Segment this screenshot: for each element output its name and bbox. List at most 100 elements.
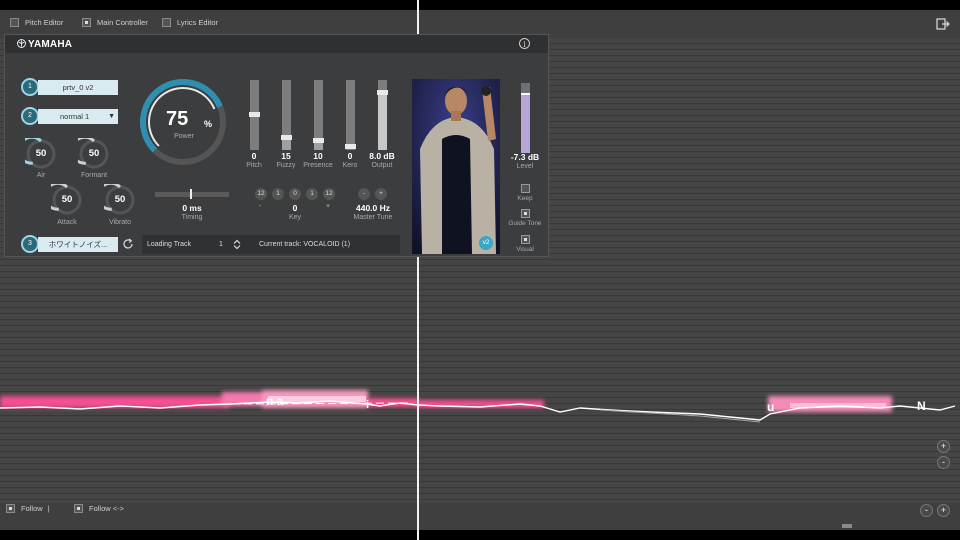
timing-slider-thumb[interactable] bbox=[190, 189, 192, 199]
toggle-pitch-editor[interactable]: Pitch Editor bbox=[10, 18, 63, 27]
guide-tone-checkbox[interactable] bbox=[521, 209, 530, 218]
singer-photo bbox=[412, 79, 500, 254]
follow-horizontal-checkbox[interactable] bbox=[74, 504, 83, 513]
phoneme-label: i bbox=[366, 399, 370, 411]
level-label: Level bbox=[516, 163, 534, 170]
yamaha-tuning-fork-icon bbox=[17, 39, 26, 48]
singer-illustration bbox=[412, 79, 500, 254]
loading-track-label: Loading Track bbox=[147, 241, 191, 248]
horizontal-zoom-in-button[interactable]: + bbox=[937, 504, 950, 517]
key-button[interactable]: 12 bbox=[323, 188, 335, 200]
voice-slot-2-number[interactable]: 2 bbox=[21, 107, 39, 125]
current-track-label: Current track: VOCALOID (1) bbox=[259, 241, 351, 248]
refresh-icon[interactable] bbox=[122, 238, 134, 250]
phoneme-label: N bbox=[917, 399, 926, 413]
main-controller-label: Main Controller bbox=[97, 18, 148, 27]
voice-slot-3-number[interactable]: 3 bbox=[21, 235, 39, 253]
main-controller-panel: YAMAHA i 1 prtv_0 v2 2 normal 1 ▼ 50 Air… bbox=[4, 34, 549, 257]
output-fader-thumb[interactable] bbox=[377, 90, 388, 95]
level-meter-thumb[interactable] bbox=[521, 93, 530, 95]
lyrics-editor-checkbox[interactable] bbox=[162, 18, 171, 27]
visual-checkbox[interactable] bbox=[521, 235, 530, 244]
master-tune-label: Master Tune bbox=[353, 214, 393, 221]
power-label: Power bbox=[174, 133, 194, 140]
toggle-lyrics-editor[interactable]: Lyrics Editor bbox=[162, 18, 218, 27]
keep-checkbox[interactable] bbox=[521, 184, 530, 193]
output-fill bbox=[378, 92, 387, 150]
key-value: 0 bbox=[292, 203, 298, 213]
fuzzy-fader[interactable] bbox=[281, 80, 292, 150]
voice-slot-2-dropdown[interactable]: normal 1 ▼ bbox=[38, 109, 118, 124]
output-label: Output bbox=[371, 162, 393, 169]
pitch-fader[interactable] bbox=[249, 80, 260, 150]
brand-label: YAMAHA bbox=[28, 39, 73, 50]
level-value: -7.3 dB bbox=[510, 152, 540, 162]
voice-slot-2-value: normal 1 bbox=[60, 112, 90, 121]
master-tune-value: 440.0 Hz bbox=[355, 203, 391, 213]
master-tune-minus-button[interactable]: - bbox=[358, 188, 370, 200]
keep-label: Keep bbox=[517, 195, 533, 202]
pitch-curve-area[interactable] bbox=[0, 370, 960, 440]
yamaha-logo: YAMAHA bbox=[17, 39, 72, 50]
panel-header: YAMAHA i bbox=[5, 35, 548, 53]
pitch-fader-thumb[interactable] bbox=[249, 112, 260, 117]
key-button[interactable]: 0 bbox=[289, 188, 301, 200]
kero-fader-thumb[interactable] bbox=[345, 144, 356, 149]
attack-label: Attack bbox=[57, 219, 77, 226]
horizontal-scrollbar-thumb[interactable] bbox=[842, 524, 852, 528]
vibrato-label: Vibrato bbox=[108, 219, 132, 226]
key-button[interactable]: 1 bbox=[272, 188, 284, 200]
fuzzy-fader-thumb[interactable] bbox=[281, 135, 292, 140]
follow-label: Follow bbox=[21, 504, 43, 513]
vertical-zoom-out-button[interactable]: - bbox=[937, 456, 950, 469]
power-value: 75 bbox=[166, 108, 189, 130]
phoneme-label: u bbox=[767, 400, 775, 414]
key-label: Key bbox=[288, 214, 302, 221]
track-stepper-icon[interactable] bbox=[233, 239, 241, 250]
info-icon[interactable]: i bbox=[519, 38, 530, 49]
timing-value: 0 ms bbox=[182, 203, 202, 213]
horizontal-zoom-out-button[interactable]: - bbox=[920, 504, 933, 517]
voice-slot-1-number[interactable]: 1 bbox=[21, 78, 39, 96]
formant-value: 50 bbox=[88, 148, 100, 159]
vertical-zoom-in-button[interactable]: + bbox=[937, 440, 950, 453]
app-window: Pitch Editor Main Controller Lyrics Edit… bbox=[0, 10, 960, 530]
guide-tone-label: Guide Tone bbox=[508, 220, 542, 227]
visual-label: Visual bbox=[516, 246, 534, 253]
kero-fader[interactable] bbox=[345, 80, 356, 150]
output-value: 8.0 dB bbox=[369, 151, 395, 161]
follow-checkbox[interactable] bbox=[6, 504, 15, 513]
main-controller-checkbox[interactable] bbox=[82, 18, 91, 27]
key-plus[interactable]: + bbox=[326, 203, 330, 210]
timing-label: Timing bbox=[181, 214, 203, 221]
master-tune-plus-button[interactable]: + bbox=[375, 188, 387, 200]
follow-horizontal-toggle[interactable]: Follow <-> bbox=[74, 504, 124, 513]
air-value: 50 bbox=[35, 148, 47, 159]
output-fader[interactable] bbox=[377, 80, 388, 150]
presence-fader[interactable] bbox=[313, 80, 324, 150]
pitch-editor-label: Pitch Editor bbox=[25, 18, 64, 27]
voice-slot-1-selector[interactable]: prtv_0 v2 bbox=[38, 80, 118, 95]
follow-horizontal-label: Follow <-> bbox=[89, 504, 125, 513]
pitch-editor-checkbox[interactable] bbox=[10, 18, 19, 27]
follow-toggle[interactable]: Follow | bbox=[6, 504, 50, 513]
key-button[interactable]: 12 bbox=[255, 188, 267, 200]
lyrics-editor-label: Lyrics Editor bbox=[177, 18, 218, 27]
toggle-main-controller[interactable]: Main Controller bbox=[82, 18, 148, 27]
phoneme-label: n a bbox=[266, 394, 284, 408]
pitch-glow bbox=[0, 390, 892, 412]
loading-track-number: 1 bbox=[219, 241, 223, 248]
exit-icon[interactable] bbox=[936, 18, 950, 30]
key-button[interactable]: 1 bbox=[306, 188, 318, 200]
bottom-bar: Follow | Follow <-> - + bbox=[0, 500, 960, 530]
follow-separator: | bbox=[47, 504, 50, 513]
key-minus[interactable]: - bbox=[259, 203, 261, 210]
formant-label: Formant bbox=[80, 172, 108, 179]
timing-slider[interactable] bbox=[155, 189, 229, 199]
version-badge: v2 bbox=[479, 236, 493, 250]
power-unit: % bbox=[204, 119, 213, 129]
presence-fader-thumb[interactable] bbox=[313, 138, 324, 143]
voice-slot-3-selector[interactable]: ホワイトノイズ... bbox=[38, 237, 118, 252]
pitch-line-tail bbox=[599, 409, 761, 423]
level-meter[interactable] bbox=[521, 83, 530, 153]
